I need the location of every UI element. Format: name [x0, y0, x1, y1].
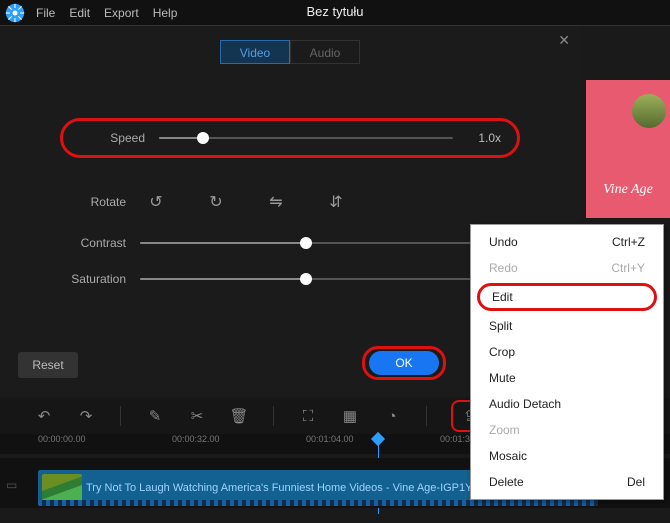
duration-icon[interactable]: ◔ [382, 406, 402, 426]
ctx-label: Delete [489, 475, 524, 489]
flip-vertical-icon[interactable]: ⇵ [326, 192, 346, 212]
ctx-label: Zoom [489, 423, 520, 437]
menu-edit[interactable]: Edit [69, 6, 90, 20]
preview-image [632, 94, 666, 128]
video-track-icon: ▭ [6, 478, 17, 492]
rotate-label: Rotate [60, 195, 140, 209]
ruler-mark: 00:01:04.00 [306, 434, 354, 444]
speed-row: Speed 1.0x [60, 118, 520, 158]
ok-highlight: OK [362, 346, 446, 380]
ctx-redo: Redo Ctrl+Y [471, 255, 663, 281]
ctx-audio-detach[interactable]: Audio Detach [471, 391, 663, 417]
saturation-slider[interactable] [140, 278, 472, 280]
flip-horizontal-icon[interactable]: ⇋ [266, 192, 286, 212]
redo-icon[interactable]: ↷ [76, 406, 96, 426]
ctx-zoom: Zoom [471, 417, 663, 443]
tab-video[interactable]: Video [220, 40, 290, 64]
contrast-slider[interactable] [140, 242, 472, 244]
rotate-ccw-icon[interactable]: ↺ [146, 192, 166, 212]
ctx-split[interactable]: Split [471, 313, 663, 339]
delete-icon[interactable]: 🗑 [229, 406, 249, 426]
speed-label: Speed [79, 131, 159, 145]
ctx-delete[interactable]: Delete Del [471, 469, 663, 495]
rotate-row: Rotate ↺ ↻ ⇋ ⇵ [60, 192, 580, 212]
ctx-edit[interactable]: Edit [477, 283, 657, 311]
ctx-label: Mosaic [489, 449, 527, 463]
reset-button[interactable]: Reset [18, 352, 78, 378]
ctx-label: Edit [492, 290, 513, 304]
saturation-label: Saturation [60, 272, 140, 286]
split-icon[interactable]: ✂ [187, 406, 207, 426]
clip-thumbnail [42, 474, 82, 502]
ctx-label: Audio Detach [489, 397, 561, 411]
ctx-mosaic[interactable]: Mosaic [471, 443, 663, 469]
mosaic-icon[interactable]: ▦ [340, 406, 360, 426]
ctx-label: Undo [489, 235, 518, 249]
contrast-label: Contrast [60, 236, 140, 250]
menu-help[interactable]: Help [153, 6, 178, 20]
rotate-cw-icon[interactable]: ↻ [206, 192, 226, 212]
ok-button[interactable]: OK [369, 351, 439, 375]
ctx-crop[interactable]: Crop [471, 339, 663, 365]
tabbar: Video Audio [0, 40, 580, 64]
close-icon[interactable]: ✕ [558, 32, 570, 49]
ctx-label: Redo [489, 261, 518, 275]
ruler-mark: 00:00:32.00 [172, 434, 220, 444]
ruler-mark: 00:00:00.00 [38, 434, 86, 444]
menu-export[interactable]: Export [104, 6, 139, 20]
window-title: Bez tytułu [306, 4, 363, 19]
saturation-row: Saturation 0 [60, 272, 520, 286]
separator [426, 406, 427, 426]
contrast-row: Contrast 0 [60, 236, 520, 250]
separator [273, 406, 274, 426]
menu-file[interactable]: File [36, 6, 55, 20]
crop-icon[interactable]: ⛶ [298, 406, 318, 426]
app-logo-icon [4, 2, 26, 24]
ctx-label: Crop [489, 345, 515, 359]
titlebar: File Edit Export Help Bez tytułu [0, 0, 670, 26]
contrast-thumb[interactable] [300, 237, 312, 249]
preview-brand: Vine Age [586, 182, 670, 198]
menubar: File Edit Export Help [36, 6, 177, 20]
ctx-undo[interactable]: Undo Ctrl+Z [471, 229, 663, 255]
tab-audio[interactable]: Audio [290, 40, 360, 64]
speed-slider[interactable] [159, 137, 453, 139]
edit-icon[interactable]: ✎ [145, 406, 165, 426]
ctx-shortcut: Ctrl+Z [612, 235, 645, 249]
preview-pane: Vine Age [586, 80, 670, 218]
speed-thumb[interactable] [197, 132, 209, 144]
ctx-label: Mute [489, 371, 516, 385]
ctx-label: Split [489, 319, 512, 333]
separator [120, 406, 121, 426]
ctx-shortcut: Ctrl+Y [611, 261, 645, 275]
saturation-thumb[interactable] [300, 273, 312, 285]
undo-icon[interactable]: ↶ [34, 406, 54, 426]
ctx-shortcut: Del [627, 475, 645, 489]
context-menu: Undo Ctrl+Z Redo Ctrl+Y Edit Split Crop Mute Aud… [470, 224, 664, 500]
speed-value: 1.0x [461, 131, 501, 145]
clip-title: Try Not To Laugh Watching America's Funn… [86, 482, 502, 494]
ctx-mute[interactable]: Mute [471, 365, 663, 391]
